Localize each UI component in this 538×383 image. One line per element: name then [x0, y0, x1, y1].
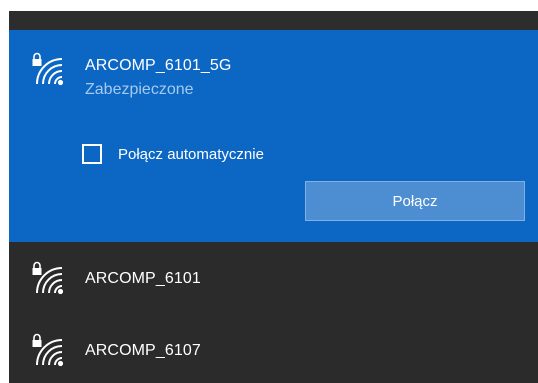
network-item-selected[interactable]: ARCOMP_6101_5G Zabezpieczone Połącz auto… [9, 30, 538, 242]
wifi-secured-icon [32, 333, 64, 367]
network-item[interactable]: ARCOMP_6107 [9, 316, 538, 383]
auto-connect-label: Połącz automatycznie [118, 145, 264, 163]
network-status: Zabezpieczone [85, 81, 194, 98]
connect-button[interactable]: Połącz [305, 181, 525, 221]
network-item[interactable]: ARCOMP_6101 [9, 244, 538, 316]
auto-connect-option[interactable]: Połącz automatycznie [82, 141, 264, 167]
network-name: ARCOMP_6107 [85, 342, 201, 359]
auto-connect-checkbox[interactable] [82, 144, 102, 164]
wifi-flyout: ARCOMP_6101_5G Zabezpieczone Połącz auto… [9, 11, 538, 383]
wifi-secured-icon [32, 52, 64, 86]
network-name: ARCOMP_6101_5G [85, 57, 232, 74]
flyout-top-area [9, 11, 538, 30]
network-name: ARCOMP_6101 [85, 270, 201, 287]
wifi-secured-icon [32, 261, 64, 295]
